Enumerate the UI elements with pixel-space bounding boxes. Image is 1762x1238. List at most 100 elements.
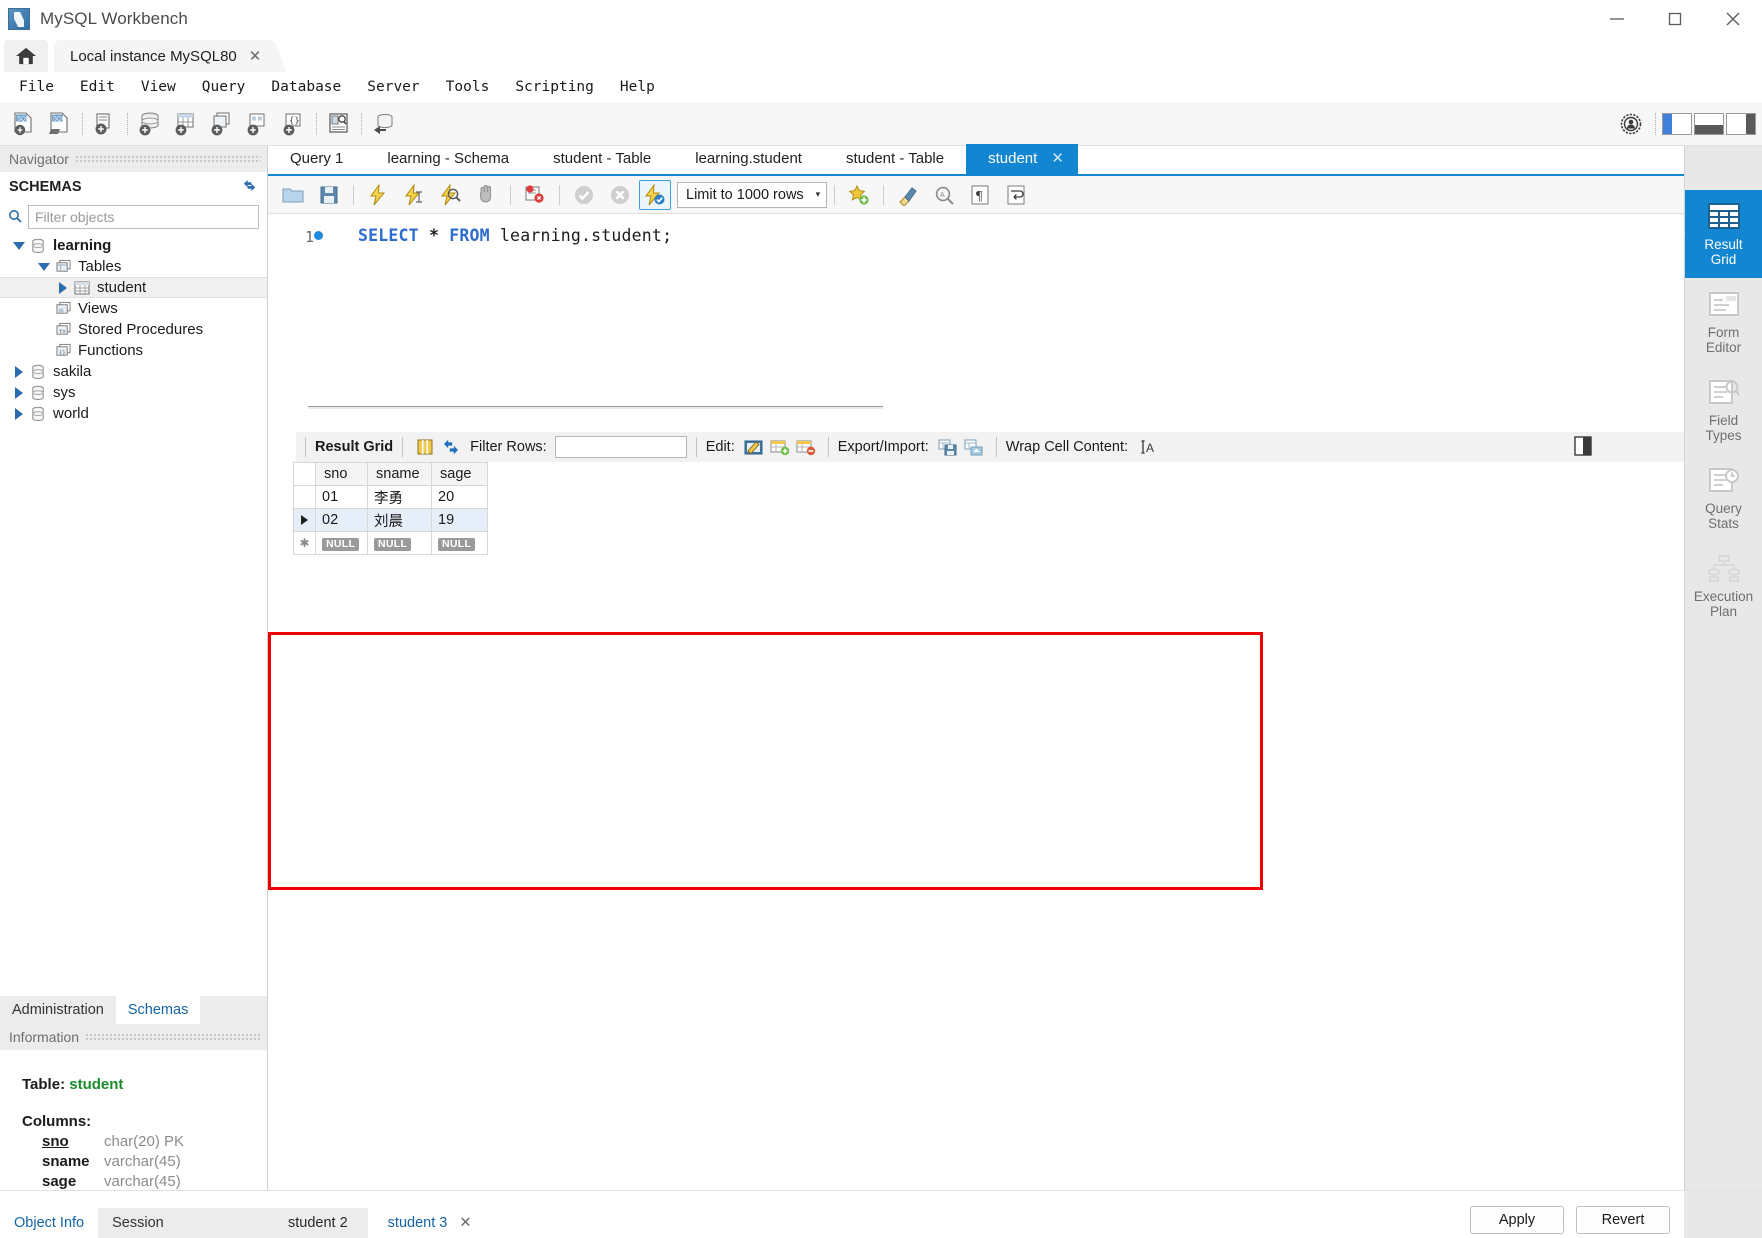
chevron-down-icon[interactable] — [35, 262, 53, 271]
tree-node-world[interactable]: world — [0, 403, 267, 424]
connect-to-database-icon[interactable] — [87, 107, 123, 141]
export-recordset-icon[interactable] — [935, 435, 961, 459]
tab-object-info[interactable]: Object Info — [0, 1208, 98, 1238]
table-row[interactable]: 01 李勇 20 — [293, 485, 488, 509]
import-recordset-icon[interactable] — [961, 435, 987, 459]
rail-item-field-types[interactable]: Field Types — [1685, 366, 1762, 454]
open-sql-script-icon[interactable]: SQL — [42, 107, 78, 141]
tree-node-functions[interactable]: {} Functions — [0, 340, 267, 361]
result-grid-table[interactable]: sno sname sage 01 李勇 20 02 刘晨 19 ✱ NULL … — [293, 462, 488, 555]
menu-edit[interactable]: Edit — [67, 72, 128, 102]
cell-sno[interactable]: 02 — [315, 508, 368, 532]
layout-secondary-sidebar-icon[interactable] — [1726, 113, 1756, 135]
tab-student-2[interactable]: student 2 — [268, 1208, 368, 1238]
tree-node-learning[interactable]: learning — [0, 235, 267, 256]
refresh-icon[interactable] — [242, 178, 257, 197]
chevron-down-icon[interactable]: ▾ — [816, 189, 821, 200]
beautify-query-icon[interactable] — [891, 180, 925, 210]
grid-view-icon[interactable] — [412, 435, 438, 459]
cell-sage[interactable]: 20 — [431, 485, 488, 509]
cell-sno[interactable]: 01 — [315, 485, 368, 509]
minimize-button[interactable] — [1588, 0, 1646, 38]
menu-file[interactable]: File — [6, 72, 67, 102]
close-icon[interactable]: ✕ — [459, 1208, 471, 1238]
panel-splitter-handle[interactable] — [308, 406, 883, 409]
close-button[interactable] — [1704, 0, 1762, 38]
tab-session[interactable]: Session — [98, 1208, 268, 1238]
tab-schemas[interactable]: Schemas — [115, 996, 201, 1024]
rollback-icon[interactable] — [603, 180, 637, 210]
chevron-right-icon[interactable] — [10, 365, 28, 378]
new-view-icon[interactable] — [204, 107, 240, 141]
sql-editor[interactable]: 1 SELECT * FROM learning.student; — [268, 214, 1684, 384]
execute-statement-icon[interactable] — [361, 180, 395, 210]
wrap-lines-icon[interactable] — [999, 180, 1033, 210]
cell-sage-null[interactable]: NULL — [431, 531, 488, 555]
sql-code-line[interactable]: SELECT * FROM learning.student; — [336, 214, 672, 384]
cell-sno-null[interactable]: NULL — [315, 531, 368, 555]
stop-execution-icon[interactable] — [469, 180, 503, 210]
close-icon[interactable]: ✕ — [1051, 144, 1064, 174]
new-table-icon[interactable] — [168, 107, 204, 141]
column-header-sname[interactable]: sname — [367, 462, 432, 486]
chevron-right-icon[interactable] — [10, 407, 28, 420]
connection-tab-local-instance[interactable]: Local instance MySQL80 ✕ — [54, 40, 276, 72]
find-icon[interactable]: A — [927, 180, 961, 210]
cell-sname[interactable]: 刘晨 — [367, 508, 432, 532]
tab-learning-schema[interactable]: learning - Schema — [365, 144, 531, 174]
home-icon[interactable] — [4, 40, 48, 72]
tree-node-stored-procedures[interactable]: fn Stored Procedures — [0, 319, 267, 340]
tab-student-active[interactable]: student ✕ — [966, 144, 1078, 174]
cell-sage[interactable]: 19 — [431, 508, 488, 532]
tree-node-tables[interactable]: Tables — [0, 256, 267, 277]
new-schema-icon[interactable] — [132, 107, 168, 141]
reverse-engineer-icon[interactable] — [366, 107, 402, 141]
close-icon[interactable]: ✕ — [249, 47, 262, 65]
toggle-stop-on-error-icon[interactable] — [518, 180, 552, 210]
layout-output-icon[interactable] — [1694, 113, 1724, 135]
maximize-button[interactable] — [1646, 0, 1704, 38]
cell-sname[interactable]: 李勇 — [367, 485, 432, 509]
new-sql-tab-icon[interactable]: SQL — [6, 107, 42, 141]
wrap-cell-icon[interactable]: A — [1136, 435, 1162, 459]
cell-sname-null[interactable]: NULL — [367, 531, 432, 555]
rail-item-form-editor[interactable]: Form Editor — [1685, 278, 1762, 366]
settings-icon[interactable] — [1613, 107, 1649, 141]
menu-help[interactable]: Help — [607, 72, 668, 102]
apply-button[interactable]: Apply — [1470, 1206, 1564, 1234]
filter-objects-input[interactable] — [28, 205, 259, 229]
open-script-icon[interactable] — [276, 180, 310, 210]
menu-view[interactable]: View — [128, 72, 189, 102]
tab-query-1[interactable]: Query 1 — [268, 144, 365, 174]
menu-server[interactable]: Server — [354, 72, 432, 102]
edit-cell-icon[interactable] — [741, 435, 767, 459]
tree-node-views[interactable]: Views — [0, 298, 267, 319]
chevron-down-icon[interactable] — [10, 241, 28, 250]
chevron-right-icon[interactable] — [54, 281, 72, 294]
save-script-icon[interactable] — [312, 180, 346, 210]
tab-student-table-1[interactable]: student - Table — [531, 144, 673, 174]
commit-icon[interactable] — [567, 180, 601, 210]
tab-learning-student[interactable]: learning.student — [673, 144, 824, 174]
menu-scripting[interactable]: Scripting — [502, 72, 607, 102]
tab-student-3[interactable]: student 3 ✕ — [367, 1208, 492, 1238]
edit-table-data-icon[interactable] — [321, 107, 357, 141]
filter-rows-input[interactable] — [554, 436, 687, 458]
rail-item-execution-plan[interactable]: Execution Plan — [1685, 542, 1762, 630]
rail-item-query-stats[interactable]: Query Stats — [1685, 454, 1762, 542]
layout-sidebar-icon[interactable] — [1662, 113, 1692, 135]
tab-student-table-2[interactable]: student - Table — [824, 144, 966, 174]
menu-query[interactable]: Query — [189, 72, 259, 102]
insert-row-icon[interactable] — [767, 435, 793, 459]
refresh-grid-icon[interactable] — [438, 435, 464, 459]
toggle-side-panel-icon[interactable] — [1574, 436, 1592, 456]
tree-node-sakila[interactable]: sakila — [0, 361, 267, 382]
new-procedure-icon[interactable] — [240, 107, 276, 141]
menu-tools[interactable]: Tools — [433, 72, 503, 102]
table-row-new[interactable]: ✱ NULL NULL NULL — [293, 531, 488, 555]
explain-query-icon[interactable] — [433, 180, 467, 210]
toggle-autocommit-icon[interactable] — [639, 179, 671, 210]
row-limit-select[interactable]: Limit to 1000 rows ▾ — [677, 181, 828, 208]
menu-database[interactable]: Database — [258, 72, 354, 102]
rail-item-result-grid[interactable]: Result Grid — [1685, 190, 1762, 278]
